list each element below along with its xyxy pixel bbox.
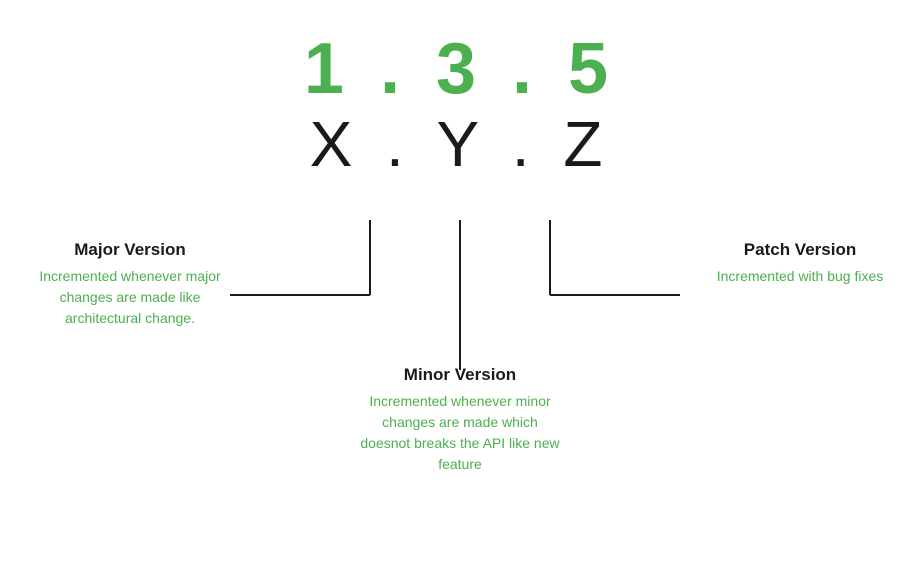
version-xyz: X . Y . Z [304, 109, 616, 179]
version-display: 1 . 3 . 5 X . Y . Z [304, 30, 616, 180]
major-version-desc: Incremented whenever major changes are m… [30, 266, 230, 329]
patch-version-title: Patch Version [710, 240, 890, 260]
major-version-title: Major Version [30, 240, 230, 260]
minor-version-panel: Minor Version Incremented whenever minor… [360, 365, 560, 475]
version-number: 1 . 3 . 5 [304, 30, 616, 109]
minor-version-title: Minor Version [360, 365, 560, 385]
patch-version-panel: Patch Version Incremented with bug fixes [710, 240, 890, 287]
minor-version-desc: Incremented whenever minor changes are m… [360, 391, 560, 475]
patch-version-desc: Incremented with bug fixes [710, 266, 890, 287]
major-version-panel: Major Version Incremented whenever major… [30, 240, 230, 329]
